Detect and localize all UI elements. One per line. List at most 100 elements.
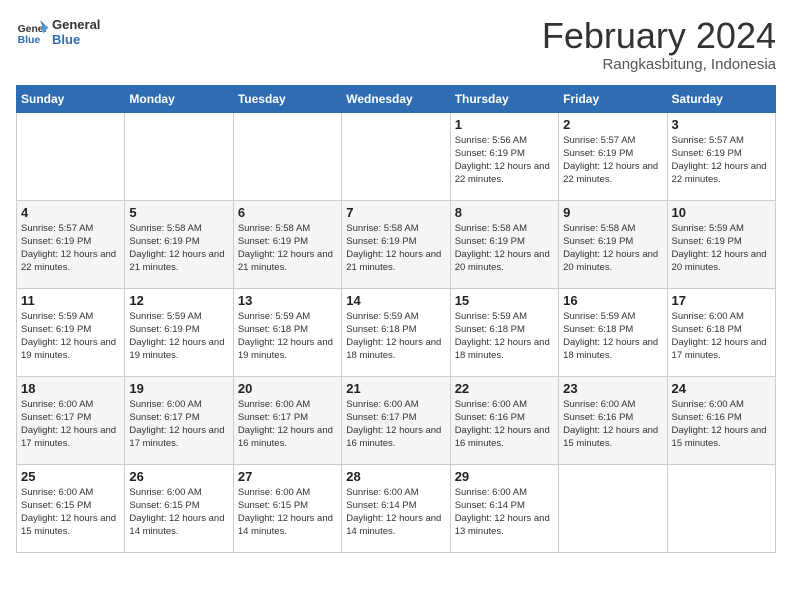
day-info: Sunrise: 6:00 AMSunset: 6:14 PMDaylight:… (346, 486, 445, 539)
calendar-cell: 23 Sunrise: 6:00 AMSunset: 6:16 PMDayligh… (559, 376, 667, 464)
day-number: 26 (129, 469, 228, 484)
calendar-table: SundayMondayTuesdayWednesdayThursdayFrid… (16, 85, 776, 553)
day-number: 27 (238, 469, 337, 484)
calendar-cell (17, 112, 125, 200)
day-info: Sunrise: 5:57 AMSunset: 6:19 PMDaylight:… (672, 134, 771, 187)
day-info: Sunrise: 6:00 AMSunset: 6:14 PMDaylight:… (455, 486, 554, 539)
day-number: 5 (129, 205, 228, 220)
day-of-week-header: Sunday (17, 85, 125, 112)
day-info: Sunrise: 6:00 AMSunset: 6:17 PMDaylight:… (21, 398, 120, 451)
day-info: Sunrise: 6:00 AMSunset: 6:17 PMDaylight:… (129, 398, 228, 451)
calendar-cell: 29 Sunrise: 6:00 AMSunset: 6:14 PMDayligh… (450, 464, 558, 552)
day-info: Sunrise: 6:00 AMSunset: 6:17 PMDaylight:… (238, 398, 337, 451)
day-number: 15 (455, 293, 554, 308)
day-info: Sunrise: 5:58 AMSunset: 6:19 PMDaylight:… (563, 222, 662, 275)
calendar-cell: 3 Sunrise: 5:57 AMSunset: 6:19 PMDaylight… (667, 112, 775, 200)
calendar-cell: 26 Sunrise: 6:00 AMSunset: 6:15 PMDayligh… (125, 464, 233, 552)
day-of-week-header: Wednesday (342, 85, 450, 112)
day-info: Sunrise: 5:58 AMSunset: 6:19 PMDaylight:… (129, 222, 228, 275)
day-info: Sunrise: 6:00 AMSunset: 6:16 PMDaylight:… (563, 398, 662, 451)
calendar-week-row: 1Sunrise: 5:56 AMSunset: 6:19 PMDaylight… (17, 112, 776, 200)
calendar-cell: 21 Sunrise: 6:00 AMSunset: 6:17 PMDayligh… (342, 376, 450, 464)
day-info: Sunrise: 5:58 AMSunset: 6:19 PMDaylight:… (238, 222, 337, 275)
calendar-cell: 10 Sunrise: 5:59 AMSunset: 6:19 PMDayligh… (667, 200, 775, 288)
calendar-cell: 27 Sunrise: 6:00 AMSunset: 6:15 PMDayligh… (233, 464, 341, 552)
calendar-cell: 18 Sunrise: 6:00 AMSunset: 6:17 PMDayligh… (17, 376, 125, 464)
logo-icon: General Blue (16, 16, 48, 48)
logo: General Blue General Blue (16, 16, 100, 48)
calendar-cell: 13 Sunrise: 5:59 AMSunset: 6:18 PMDayligh… (233, 288, 341, 376)
day-number: 10 (672, 205, 771, 220)
day-info: Sunrise: 5:59 AMSunset: 6:19 PMDaylight:… (129, 310, 228, 363)
month-year-title: February 2024 (542, 16, 776, 56)
calendar-cell (559, 464, 667, 552)
day-info: Sunrise: 5:59 AMSunset: 6:18 PMDaylight:… (455, 310, 554, 363)
day-number: 9 (563, 205, 662, 220)
calendar-cell: 16 Sunrise: 5:59 AMSunset: 6:18 PMDayligh… (559, 288, 667, 376)
day-info: Sunrise: 5:59 AMSunset: 6:18 PMDaylight:… (238, 310, 337, 363)
calendar-week-row: 18 Sunrise: 6:00 AMSunset: 6:17 PMDayligh… (17, 376, 776, 464)
calendar-cell: 14 Sunrise: 5:59 AMSunset: 6:18 PMDayligh… (342, 288, 450, 376)
day-number: 23 (563, 381, 662, 396)
day-info: Sunrise: 6:00 AMSunset: 6:15 PMDaylight:… (238, 486, 337, 539)
day-number: 14 (346, 293, 445, 308)
day-of-week-header: Monday (125, 85, 233, 112)
calendar-header-row: SundayMondayTuesdayWednesdayThursdayFrid… (17, 85, 776, 112)
calendar-cell (342, 112, 450, 200)
calendar-cell: 11Sunrise: 5:59 AMSunset: 6:19 PMDayligh… (17, 288, 125, 376)
day-number: 29 (455, 469, 554, 484)
calendar-cell: 1Sunrise: 5:56 AMSunset: 6:19 PMDaylight… (450, 112, 558, 200)
day-number: 21 (346, 381, 445, 396)
day-number: 19 (129, 381, 228, 396)
day-info: Sunrise: 5:59 AMSunset: 6:19 PMDaylight:… (21, 310, 120, 363)
calendar-cell: 17 Sunrise: 6:00 AMSunset: 6:18 PMDayligh… (667, 288, 775, 376)
day-info: Sunrise: 5:59 AMSunset: 6:18 PMDaylight:… (563, 310, 662, 363)
calendar-week-row: 4Sunrise: 5:57 AMSunset: 6:19 PMDaylight… (17, 200, 776, 288)
calendar-cell: 7 Sunrise: 5:58 AMSunset: 6:19 PMDaylight… (342, 200, 450, 288)
day-number: 28 (346, 469, 445, 484)
day-number: 8 (455, 205, 554, 220)
logo-general: General (52, 17, 100, 32)
calendar-week-row: 25 Sunrise: 6:00 AMSunset: 6:15 PMDayligh… (17, 464, 776, 552)
day-info: Sunrise: 5:59 AMSunset: 6:18 PMDaylight:… (346, 310, 445, 363)
day-info: Sunrise: 5:59 AMSunset: 6:19 PMDaylight:… (672, 222, 771, 275)
day-info: Sunrise: 5:58 AMSunset: 6:19 PMDaylight:… (346, 222, 445, 275)
calendar-cell: 9 Sunrise: 5:58 AMSunset: 6:19 PMDaylight… (559, 200, 667, 288)
day-info: Sunrise: 6:00 AMSunset: 6:17 PMDaylight:… (346, 398, 445, 451)
day-info: Sunrise: 6:00 AMSunset: 6:16 PMDaylight:… (672, 398, 771, 451)
calendar-cell: 20 Sunrise: 6:00 AMSunset: 6:17 PMDayligh… (233, 376, 341, 464)
day-number: 24 (672, 381, 771, 396)
day-of-week-header: Tuesday (233, 85, 341, 112)
day-number: 16 (563, 293, 662, 308)
day-number: 2 (563, 117, 662, 132)
day-info: Sunrise: 5:57 AMSunset: 6:19 PMDaylight:… (563, 134, 662, 187)
day-number: 18 (21, 381, 120, 396)
page-header: General Blue General Blue February 2024 … (16, 16, 776, 73)
day-of-week-header: Thursday (450, 85, 558, 112)
location-subtitle: Rangkasbitung, Indonesia (542, 56, 776, 73)
day-number: 4 (21, 205, 120, 220)
title-block: February 2024 Rangkasbitung, Indonesia (542, 16, 776, 73)
day-info: Sunrise: 6:00 AMSunset: 6:18 PMDaylight:… (672, 310, 771, 363)
day-info: Sunrise: 6:00 AMSunset: 6:16 PMDaylight:… (455, 398, 554, 451)
day-number: 3 (672, 117, 771, 132)
day-number: 1 (455, 117, 554, 132)
calendar-cell: 5 Sunrise: 5:58 AMSunset: 6:19 PMDaylight… (125, 200, 233, 288)
calendar-cell: 6Sunrise: 5:58 AMSunset: 6:19 PMDaylight… (233, 200, 341, 288)
day-of-week-header: Friday (559, 85, 667, 112)
day-number: 17 (672, 293, 771, 308)
day-info: Sunrise: 6:00 AMSunset: 6:15 PMDaylight:… (129, 486, 228, 539)
logo-blue: Blue (52, 32, 100, 47)
calendar-cell (667, 464, 775, 552)
calendar-cell: 2 Sunrise: 5:57 AMSunset: 6:19 PMDaylight… (559, 112, 667, 200)
day-of-week-header: Saturday (667, 85, 775, 112)
calendar-cell: 24 Sunrise: 6:00 AMSunset: 6:16 PMDayligh… (667, 376, 775, 464)
day-number: 7 (346, 205, 445, 220)
day-number: 20 (238, 381, 337, 396)
calendar-cell: 19 Sunrise: 6:00 AMSunset: 6:17 PMDayligh… (125, 376, 233, 464)
calendar-cell: 12Sunrise: 5:59 AMSunset: 6:19 PMDayligh… (125, 288, 233, 376)
calendar-week-row: 11Sunrise: 5:59 AMSunset: 6:19 PMDayligh… (17, 288, 776, 376)
day-number: 13 (238, 293, 337, 308)
day-number: 25 (21, 469, 120, 484)
calendar-cell: 8Sunrise: 5:58 AMSunset: 6:19 PMDaylight… (450, 200, 558, 288)
